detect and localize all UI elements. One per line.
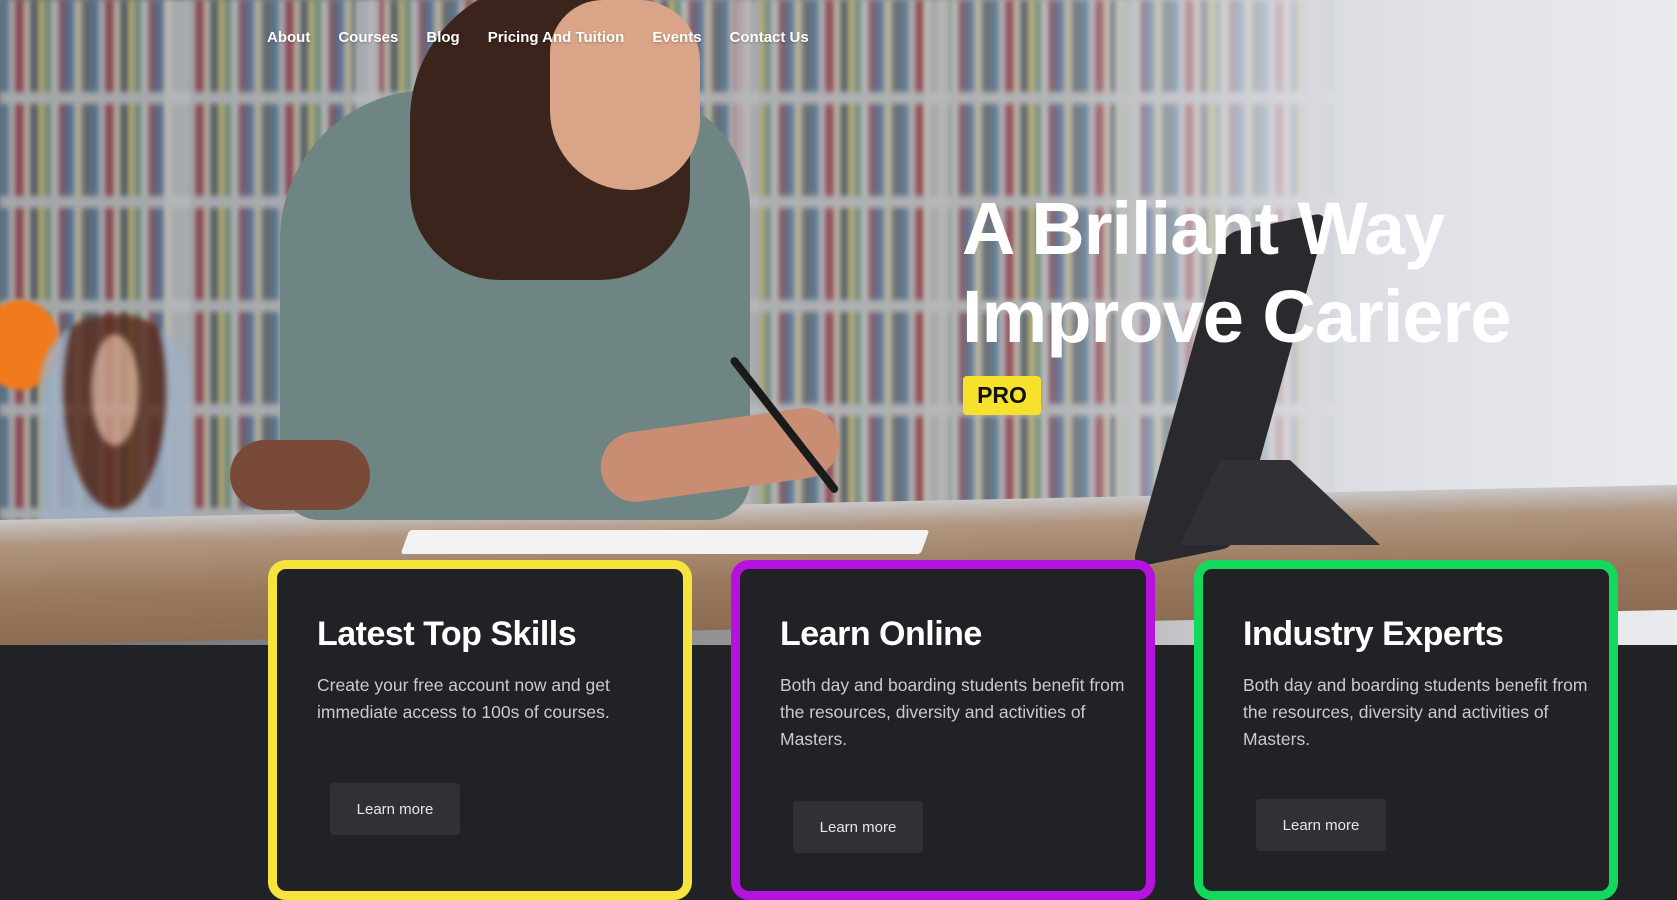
nav-contact-us[interactable]: Contact Us [730, 29, 809, 46]
main-nav: About Courses Blog Pricing And Tuition E… [267, 29, 837, 46]
feature-card-learn-online: Learn Online Both day and boarding stude… [731, 560, 1155, 900]
notebook [400, 530, 930, 554]
card-title: Learn Online [780, 615, 982, 653]
nav-courses[interactable]: Courses [338, 29, 398, 46]
card-text: Create your free account now and get imm… [317, 675, 610, 722]
student-left-arm [230, 440, 370, 510]
student-writing [230, 0, 880, 560]
nav-pricing-and-tuition[interactable]: Pricing And Tuition [488, 29, 625, 46]
learn-more-button[interactable]: Learn more [793, 801, 923, 853]
learn-more-button[interactable]: Learn more [330, 783, 460, 835]
card-text: Both day and boarding students benefit f… [1243, 675, 1588, 749]
feature-card-industry-experts: Industry Experts Both day and boarding s… [1194, 560, 1618, 900]
nav-about[interactable]: About [267, 29, 310, 46]
card-title: Industry Experts [1243, 615, 1504, 653]
learn-more-button[interactable]: Learn more [1256, 799, 1386, 851]
card-title: Latest Top Skills [317, 615, 577, 653]
nav-events[interactable]: Events [652, 29, 701, 46]
hero-headline-line2: Improve Cariere [962, 275, 1511, 358]
feature-card-top-skills: Latest Top Skills Create your free accou… [268, 560, 692, 900]
nav-blog[interactable]: Blog [426, 29, 459, 46]
pro-badge: PRO [963, 376, 1041, 415]
hero-headline-line1: A Briliant Way [962, 187, 1445, 270]
card-text: Both day and boarding students benefit f… [780, 675, 1125, 749]
hero-headline: A Briliant Way Improve Cariere [962, 185, 1511, 361]
